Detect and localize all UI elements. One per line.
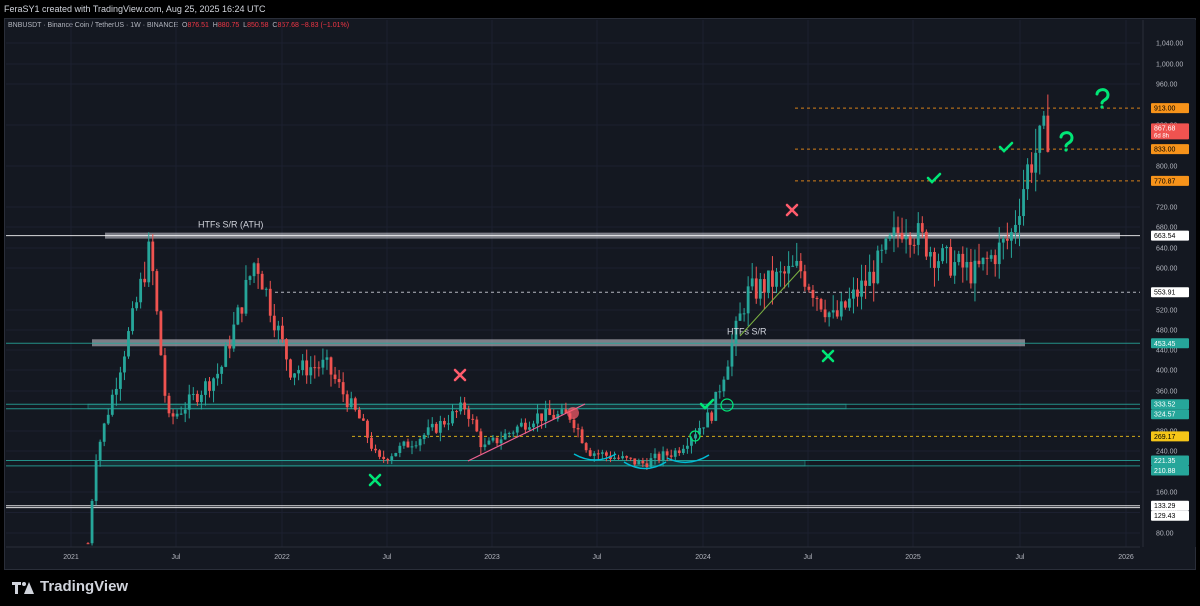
tradingview-mark-icon	[12, 580, 34, 594]
tradingview-logo[interactable]: TradingView	[12, 578, 128, 595]
chart-frame[interactable]	[4, 18, 1196, 570]
high-value: 880.75	[217, 22, 240, 29]
caption-bar: FeraSY1 created with TradingView.com, Au…	[0, 0, 1200, 18]
caption-text: FeraSY1 created with TradingView.com, Au…	[4, 4, 266, 14]
close-value: 867.68 −8.83 (−1.01%)	[277, 22, 350, 29]
symbol-legend: BNBUSDT · Binance Coin / TetherUS · 1W ·…	[8, 22, 349, 29]
open-value: 876.51	[187, 22, 209, 29]
footer	[0, 570, 1200, 606]
brand-text: TradingView	[40, 578, 129, 595]
symbol-name: BNBUSDT · Binance Coin / TetherUS · 1W ·…	[8, 22, 179, 29]
currency-button[interactable]: USDT	[1152, 22, 1190, 40]
low-value: 850.58	[247, 22, 269, 29]
